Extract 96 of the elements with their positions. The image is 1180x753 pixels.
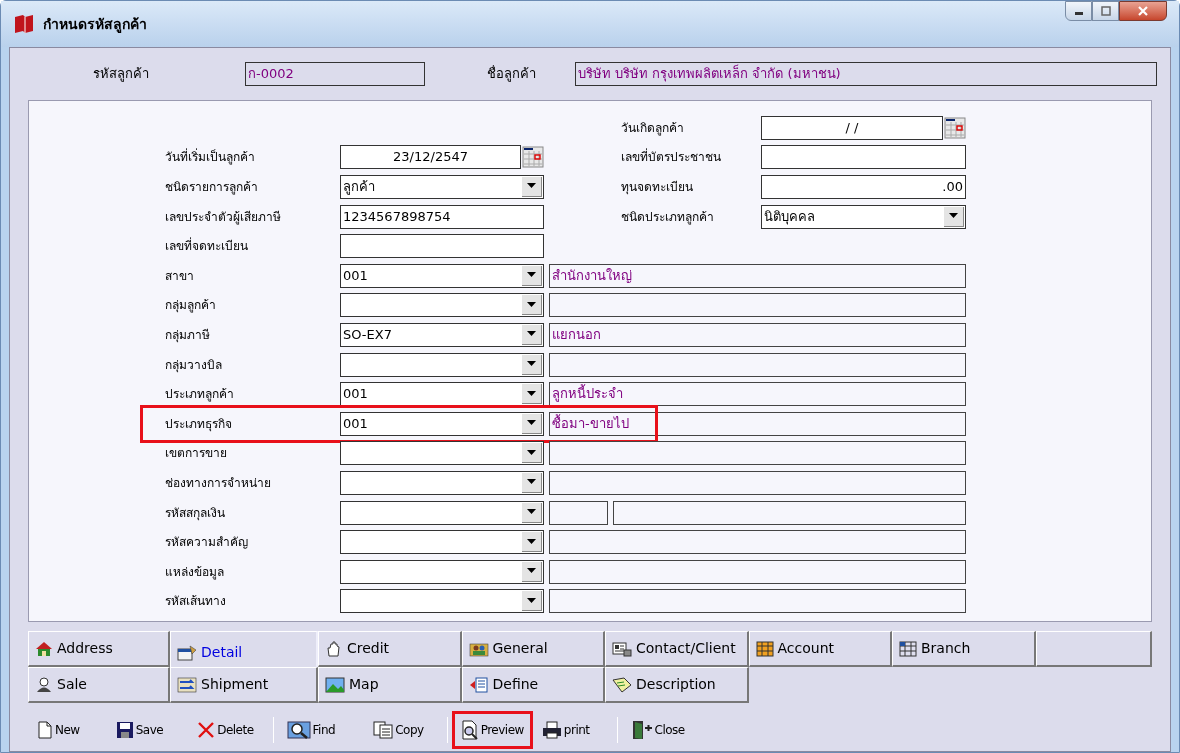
field-label: ประเภทธุรกิจ [165, 415, 233, 433]
dropdown-field[interactable]: นิติบุคคล [761, 204, 966, 229]
dropdown-field[interactable]: ลูกค้า [340, 175, 544, 199]
date-field[interactable]: 23/12/2547 [340, 145, 521, 170]
tab[interactable]: Contact/Client [605, 631, 749, 667]
image-icon [325, 676, 345, 693]
field-label: รหัสสกุลเงิน [165, 504, 226, 522]
tab[interactable]: Sale [28, 667, 170, 703]
input-field[interactable]: .00 [761, 175, 966, 199]
dropdown-field[interactable] [340, 441, 544, 466]
description-field: สำนักงานใหญ่ [549, 263, 966, 288]
dropdown-field[interactable] [340, 500, 544, 525]
people-icon [468, 640, 489, 657]
input-field[interactable] [340, 234, 544, 259]
toolbar-button[interactable]: print [532, 711, 599, 749]
dropdown-field[interactable] [340, 470, 544, 495]
person-icon [35, 676, 53, 693]
dropdown-field[interactable] [340, 589, 544, 614]
tab[interactable]: Description [605, 667, 749, 703]
field-label: เลขประจำตัวผู้เสียภาษี [165, 208, 282, 226]
field-label: รหัสความสำคัญ [165, 534, 249, 552]
customer-code-field[interactable]: ก-0002 [245, 62, 425, 86]
field-label: เลขที่บัตรประชาชน [621, 148, 722, 167]
contact-card-icon [612, 640, 632, 657]
toolbar-button[interactable]: New [28, 711, 89, 749]
copy-icon [373, 721, 394, 739]
close-button[interactable] [1119, 1, 1167, 21]
preview-icon [460, 720, 479, 740]
tab[interactable]: Map [318, 667, 462, 703]
field-label: กลุ่มลูกค้า [165, 297, 217, 315]
field-label: ชนิดประเภทลูกค้า [621, 208, 715, 226]
tab[interactable]: Detail [170, 631, 318, 667]
arrows-icon [177, 676, 197, 693]
book-icon [13, 14, 35, 34]
toolbar-button[interactable]: Save [106, 711, 173, 749]
door-icon [630, 720, 653, 740]
printer-icon [541, 721, 562, 739]
close-icon [1137, 6, 1149, 16]
field-label: วันเกิดลูกค้า [621, 119, 685, 137]
toolbar-button[interactable]: Find [277, 711, 345, 749]
x-icon [197, 721, 216, 739]
toolbar-button[interactable]: Close [621, 711, 694, 749]
field-label: วันที่เริ่มเป็นลูกค้า [165, 148, 256, 167]
input-field[interactable] [761, 145, 966, 170]
date-field[interactable]: / / [761, 115, 943, 140]
tab[interactable]: Address [28, 631, 170, 667]
list-icon [468, 676, 489, 693]
dropdown-field[interactable]: SO-EX7 [340, 322, 544, 347]
tab[interactable]: Define [461, 667, 605, 703]
field-label: รหัสลูกค้า [93, 65, 150, 84]
dropdown-field[interactable]: 001 [340, 263, 544, 288]
field-label: เขตการขาย [165, 445, 228, 463]
field-label: ประเภทลูกค้า [165, 386, 235, 404]
tag-icon [612, 676, 632, 693]
tab[interactable]: General [461, 631, 605, 667]
description-field: ซื้อมา-ขายไป [549, 411, 966, 436]
customer-name-field[interactable]: บริษัท บริษัท กรุงเทพผลิตเหล็ก จำกัด (มหาชน) [575, 62, 1157, 86]
dropdown-field[interactable] [340, 559, 544, 584]
tab[interactable]: Shipment [170, 667, 318, 703]
save-icon [115, 721, 134, 739]
dropdown-field[interactable] [340, 530, 544, 555]
page-icon [37, 721, 53, 739]
form-icon [177, 644, 197, 661]
field-label: ช่องทางการจำหน่าย [165, 474, 272, 492]
grid-icon [899, 640, 917, 657]
minimize-button[interactable] [1065, 1, 1092, 21]
dropdown-field[interactable]: 001 [340, 411, 544, 436]
toolbar-button[interactable]: Preview [451, 711, 533, 749]
description-field: แยกนอก [549, 322, 966, 347]
field-label: แหล่งข้อมูล [165, 563, 225, 581]
description-field: ลูกหนี้ประจำ [549, 382, 966, 407]
house-icon [35, 640, 53, 657]
tab[interactable]: Account [748, 631, 892, 667]
currency-field [549, 500, 608, 525]
field-label: สาขา [165, 267, 195, 285]
field-label: ชื่อลูกค้า [487, 64, 537, 84]
grid-icon [755, 640, 774, 657]
search-icon [286, 721, 311, 739]
field-label: กลุ่มภาษี [165, 326, 211, 344]
toolbar-button[interactable]: Copy [364, 711, 433, 749]
dropdown-field[interactable]: 001 [340, 382, 544, 407]
toolbar-button[interactable]: Delete [188, 711, 263, 749]
calendar-icon[interactable] [522, 146, 544, 169]
window-title: กำหนดรหัสลูกค้า [43, 14, 147, 35]
dropdown-field[interactable] [340, 352, 544, 377]
tab[interactable]: Branch [892, 631, 1036, 667]
field-label: เลขที่จดทะเบียน [165, 237, 249, 256]
input-field[interactable]: 1234567898754 [340, 204, 544, 229]
field-label: ชนิดรายการลูกค้า [165, 179, 259, 196]
tab[interactable]: Credit [318, 631, 462, 667]
field-label: ทุนจดทะเบียน [621, 179, 694, 196]
dropdown-field[interactable] [340, 293, 544, 318]
maximize-icon [1100, 6, 1111, 16]
field-label: รหัสเส้นทาง [165, 593, 227, 611]
field-label: กลุ่มวางบิล [165, 356, 223, 374]
calendar-icon[interactable] [944, 116, 966, 139]
